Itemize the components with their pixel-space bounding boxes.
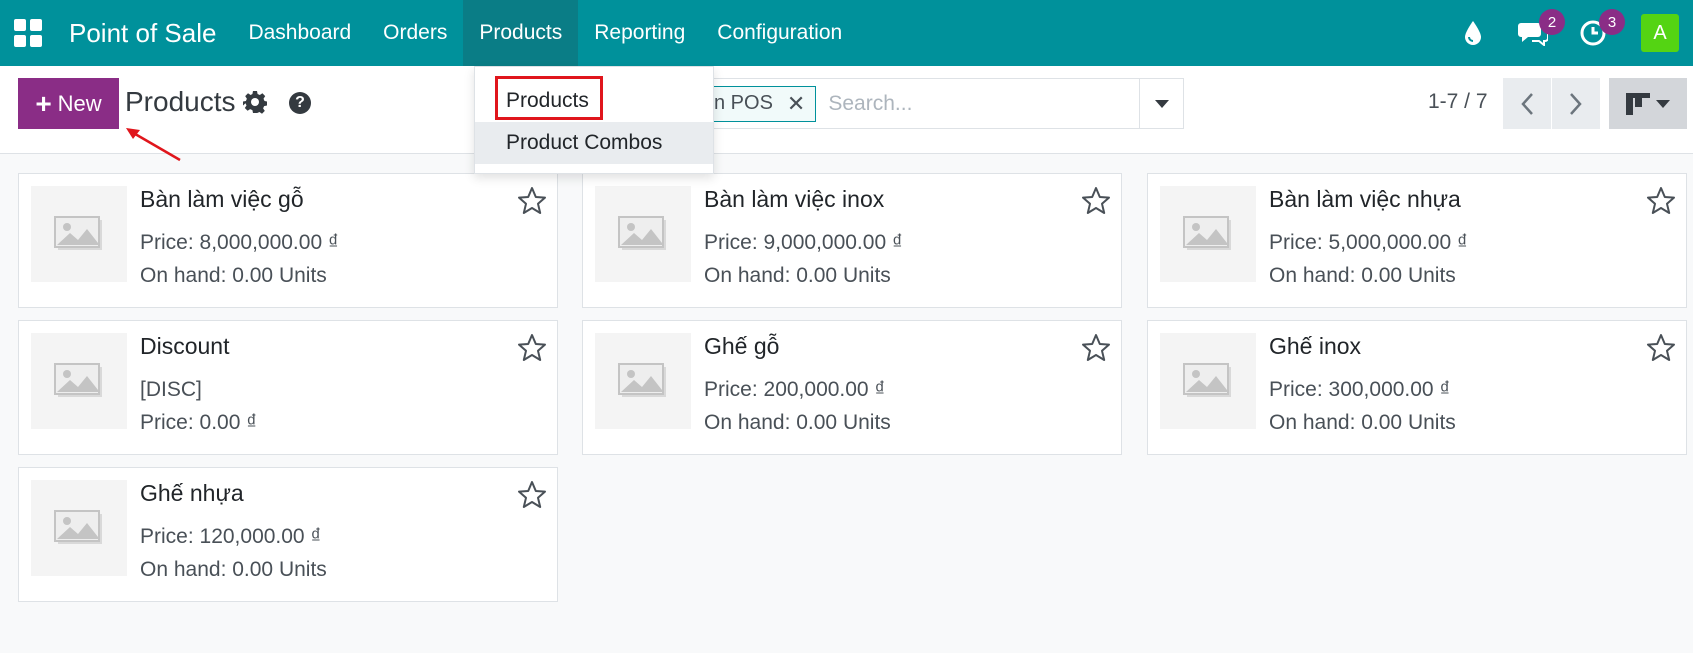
pager-previous[interactable] xyxy=(1503,78,1551,129)
product-name: Bàn làm việc gỗ xyxy=(140,186,304,212)
product-card[interactable]: Ghế nhựa Price: 120,000.00 ₫ On hand: 0.00… xyxy=(18,467,558,602)
product-name: Bàn làm việc nhựa xyxy=(1269,186,1461,212)
product-detail-1: Price: 120,000.00 ₫ xyxy=(140,525,322,548)
chevron-left-icon xyxy=(1521,92,1533,115)
product-detail-2: On hand: 0.00 Units xyxy=(1269,264,1456,287)
product-detail-1: Price: 8,000,000.00 ₫ xyxy=(140,231,339,254)
product-card[interactable]: Bàn làm việc gỗ Price: 8,000,000.00 ₫ On h… xyxy=(18,173,558,308)
product-name: Bàn làm việc inox xyxy=(704,186,885,212)
caret-down-icon xyxy=(1154,99,1169,108)
question-icon[interactable]: ? xyxy=(289,92,311,114)
product-detail-1: Price: 200,000.00 ₫ xyxy=(704,378,886,401)
image-placeholder-icon xyxy=(1160,333,1256,429)
product-card[interactable]: Bàn làm việc inox Price: 9,000,000.00 ₫ On… xyxy=(582,173,1122,308)
kanban-icon xyxy=(1626,92,1650,115)
page-title: Products xyxy=(125,86,236,117)
product-name: Ghế inox xyxy=(1269,333,1362,359)
menu-orders[interactable]: Orders xyxy=(367,0,463,66)
star-icon[interactable] xyxy=(517,186,547,216)
pager-next[interactable] xyxy=(1552,78,1600,129)
droplet-icon[interactable] xyxy=(1455,15,1491,51)
control-panel: + New Products ? n POS ✕ 1-7 / 7 xyxy=(0,66,1693,154)
new-button[interactable]: + New xyxy=(18,78,119,129)
product-detail-2: On hand: 0.00 Units xyxy=(704,264,891,287)
product-detail-1: [DISC] xyxy=(140,378,202,401)
product-card[interactable]: Bàn làm việc nhựa Price: 5,000,000.00 ₫ On… xyxy=(1147,173,1687,308)
search-options-toggle[interactable] xyxy=(1139,79,1183,128)
dropdown-item-product-combos[interactable]: Product Combos xyxy=(475,122,713,164)
activities-badge: 3 xyxy=(1599,9,1625,35)
image-placeholder-icon xyxy=(595,333,691,429)
search-input[interactable] xyxy=(828,91,1119,116)
search-bar: n POS ✕ xyxy=(712,78,1184,129)
product-detail-2: On hand: 0.00 Units xyxy=(140,558,327,581)
dropdown-item-products[interactable]: Products xyxy=(475,80,713,122)
chat-icon[interactable]: 2 xyxy=(1515,9,1565,51)
star-icon[interactable] xyxy=(1646,333,1676,363)
image-placeholder-icon xyxy=(31,186,127,282)
product-detail-2: On hand: 0.00 Units xyxy=(140,264,327,287)
caret-down-icon xyxy=(1656,99,1670,108)
product-card[interactable]: Ghế gỗ Price: 200,000.00 ₫ On hand: 0.00 U… xyxy=(582,320,1122,455)
image-placeholder-icon xyxy=(31,480,127,576)
menu-configuration[interactable]: Configuration xyxy=(701,0,858,66)
menu-products[interactable]: Products xyxy=(463,0,579,66)
app-brand[interactable]: Point of Sale xyxy=(69,18,216,49)
products-dropdown: Products Product Combos xyxy=(474,66,714,174)
navbar-systray: 2 3 A xyxy=(1443,0,1693,66)
chevron-right-icon xyxy=(1570,92,1582,115)
product-detail-1: Price: 300,000.00 ₫ xyxy=(1269,378,1451,401)
star-icon[interactable] xyxy=(1081,186,1111,216)
product-name: Ghế gỗ xyxy=(704,333,780,359)
product-card[interactable]: Ghế inox Price: 300,000.00 ₫ On hand: 0.00… xyxy=(1147,320,1687,455)
plus-icon: + xyxy=(35,87,52,119)
menu-dashboard[interactable]: Dashboard xyxy=(232,0,367,66)
image-placeholder-icon xyxy=(595,186,691,282)
view-switcher[interactable] xyxy=(1609,78,1687,129)
product-detail-2: Price: 0.00 ₫ xyxy=(140,411,257,434)
apps-grid-icon[interactable] xyxy=(14,19,42,47)
product-name: Discount xyxy=(140,333,230,359)
filter-facet[interactable]: n POS ✕ xyxy=(713,85,817,122)
user-avatar[interactable]: A xyxy=(1641,14,1679,52)
clock-icon[interactable]: 3 xyxy=(1575,9,1625,51)
pager-value[interactable]: 1-7 / 7 xyxy=(1428,90,1488,114)
product-name: Ghế nhựa xyxy=(140,480,244,506)
star-icon[interactable] xyxy=(1081,333,1111,363)
new-button-label: New xyxy=(57,90,102,116)
menu-reporting[interactable]: Reporting xyxy=(578,0,701,66)
star-icon[interactable] xyxy=(517,333,547,363)
star-icon[interactable] xyxy=(517,480,547,510)
product-detail-1: Price: 5,000,000.00 ₫ xyxy=(1269,231,1468,254)
close-icon[interactable]: ✕ xyxy=(787,91,805,117)
filter-facet-label: n POS xyxy=(714,92,773,114)
product-detail-2: On hand: 0.00 Units xyxy=(704,411,891,434)
image-placeholder-icon xyxy=(31,333,127,429)
messages-badge: 2 xyxy=(1539,9,1565,35)
image-placeholder-icon xyxy=(1160,186,1256,282)
star-icon[interactable] xyxy=(1646,186,1676,216)
product-card[interactable]: Discount [DISC] Price: 0.00 ₫ xyxy=(18,320,558,455)
gear-icon[interactable] xyxy=(243,90,267,114)
top-navbar: Point of Sale Dashboard Orders Products … xyxy=(0,0,1693,66)
product-detail-1: Price: 9,000,000.00 ₫ xyxy=(704,231,903,254)
product-detail-2: On hand: 0.00 Units xyxy=(1269,411,1456,434)
